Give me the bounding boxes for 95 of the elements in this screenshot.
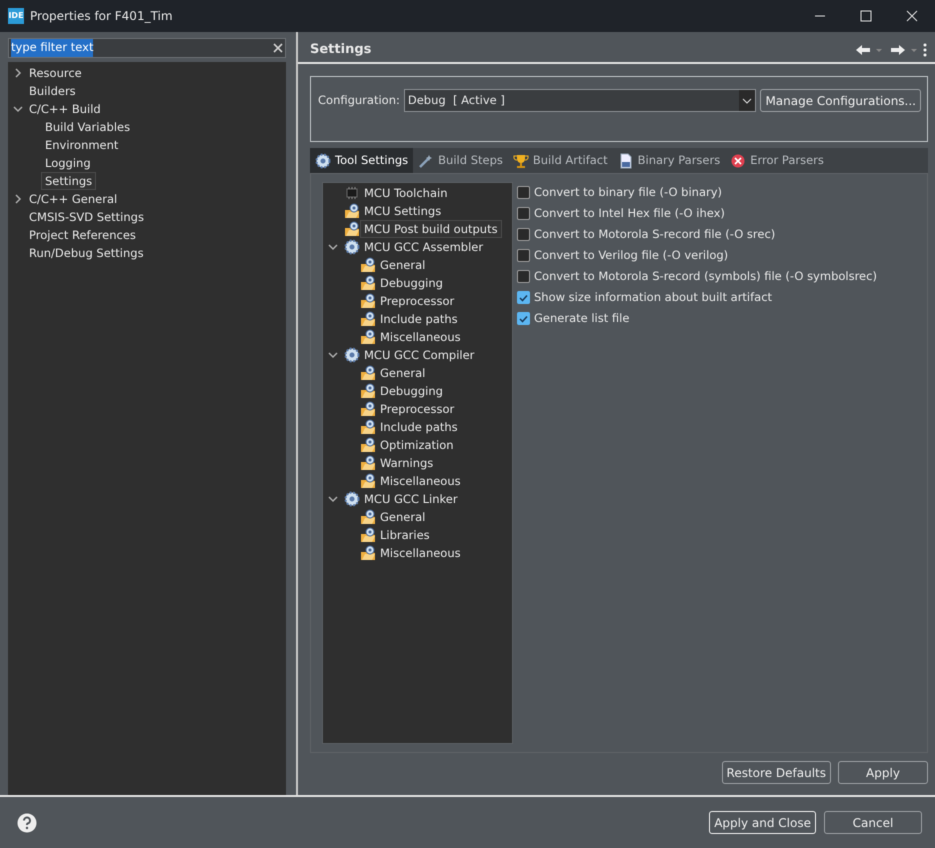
folder-gear-icon <box>360 311 376 327</box>
folder-gear-icon <box>360 275 376 291</box>
tree-item[interactable]: Preprocessor <box>376 400 458 418</box>
tree-item[interactable]: CMSIS-SVD Settings <box>25 208 148 226</box>
folder-gear-icon <box>360 365 376 381</box>
folder-gear-icon <box>360 293 376 309</box>
folder-gear-icon <box>360 509 376 525</box>
checkbox-label: Convert to Intel Hex file (-O ihex) <box>534 204 725 222</box>
checkbox-label: Show size information about built artifact <box>534 288 772 306</box>
checkbox-label: Convert to Motorola S-record file (-O srec) <box>534 226 776 243</box>
tree-item[interactable]: MCU GCC Linker <box>360 490 462 508</box>
tree-item[interactable]: Project References <box>25 226 140 244</box>
tree-item[interactable]: Builders <box>25 82 80 100</box>
maximize-icon[interactable] <box>860 10 872 22</box>
tree-item[interactable]: C/C++ General <box>25 190 122 208</box>
checkbox-label: Convert to Motorola S-record (symbols) file (-O symbolsrec) <box>534 268 877 285</box>
tree-item[interactable]: Optimization <box>376 436 458 454</box>
folder-gear-icon <box>360 401 376 417</box>
tree-item[interactable]: MCU GCC Assembler <box>360 238 488 256</box>
folder-gear-icon <box>360 257 376 273</box>
apply-and-close-button[interactable]: Apply and Close <box>709 811 816 834</box>
folder-gear-icon <box>360 545 376 561</box>
folder-gear-icon <box>344 203 360 219</box>
tree-item[interactable]: General <box>376 364 430 382</box>
tree-item[interactable]: Debugging <box>376 274 447 292</box>
tree-item[interactable]: Resource <box>25 64 86 82</box>
tree-item[interactable]: Miscellaneous <box>376 328 465 346</box>
checkbox[interactable] <box>517 291 530 304</box>
checkbox-label: Convert to Verilog file (-O verilog) <box>534 246 728 264</box>
tree-item[interactable]: Libraries <box>376 526 434 544</box>
tree-item[interactable]: MCU Toolchain <box>360 184 452 202</box>
menu-icon[interactable] <box>923 43 927 57</box>
folder-gear-icon <box>344 221 360 237</box>
checkbox[interactable] <box>517 207 530 220</box>
close-icon[interactable] <box>906 10 918 22</box>
folder-gear-icon <box>360 527 376 543</box>
tree-item[interactable]: Include paths <box>376 418 462 436</box>
tree-item[interactable]: Warnings <box>376 454 438 472</box>
checkbox[interactable] <box>517 186 530 199</box>
checkbox[interactable] <box>517 270 530 283</box>
configuration-dropdown[interactable]: Debug [ Active ] <box>404 89 756 112</box>
checkbox[interactable] <box>517 228 530 241</box>
tree-item[interactable]: General <box>376 508 430 526</box>
tree-item[interactable]: MCU GCC Compiler <box>360 346 478 364</box>
tree-item[interactable]: Preprocessor <box>376 292 458 310</box>
tab[interactable]: Error Parsers <box>725 148 829 173</box>
tree-item[interactable]: Run/Debug Settings <box>25 244 148 262</box>
forward-icon[interactable] <box>890 44 906 56</box>
tab[interactable]: Tool Settings <box>310 148 414 173</box>
tree-item[interactable]: MCU Settings <box>360 202 446 220</box>
checkbox[interactable] <box>517 312 530 325</box>
tab[interactable]: Binary Parsers <box>612 148 726 173</box>
manage-configurations-button[interactable]: Manage Configurations... <box>760 89 921 112</box>
checkbox-label: Generate list file <box>534 310 630 327</box>
folder-gear-icon <box>360 383 376 399</box>
checkbox[interactable] <box>517 249 530 262</box>
tree-item[interactable]: Build Variables <box>41 118 134 136</box>
tree-item[interactable]: Environment <box>41 136 122 154</box>
tree-item[interactable]: General <box>376 256 430 274</box>
gear-icon <box>315 152 331 168</box>
tree-item[interactable]: Debugging <box>376 382 447 400</box>
tab[interactable]: Build Steps <box>413 148 508 173</box>
restore-defaults-button[interactable]: Restore Defaults <box>722 761 831 784</box>
document-icon <box>618 152 634 168</box>
chip-icon <box>344 185 360 201</box>
help-icon[interactable] <box>17 812 37 832</box>
folder-gear-icon <box>360 455 376 471</box>
gear-icon <box>344 239 360 255</box>
cancel-button[interactable]: Cancel <box>824 811 922 834</box>
apply-button[interactable]: Apply <box>838 761 928 784</box>
gear-icon <box>344 347 360 363</box>
caret-icon <box>742 98 752 104</box>
wand-icon <box>418 152 434 168</box>
folder-gear-icon <box>360 419 376 435</box>
tree-item[interactable]: C/C++ Build <box>25 100 105 118</box>
page-title: Settings <box>310 41 372 60</box>
folder-gear-icon <box>360 437 376 453</box>
clear-icon[interactable] <box>273 43 283 53</box>
gear-icon <box>344 491 360 507</box>
trophy-icon <box>512 152 529 168</box>
window-title: Properties for F401_Tim <box>30 8 174 25</box>
tree-item[interactable]: Miscellaneous <box>376 544 465 562</box>
tree-item[interactable]: MCU Post build outputs <box>360 220 502 238</box>
tab[interactable]: Build Artifact <box>508 148 613 173</box>
app-logo: IDE <box>8 8 24 24</box>
tree-item[interactable]: Logging <box>41 154 95 172</box>
folder-gear-icon <box>360 473 376 489</box>
tree-item[interactable]: Miscellaneous <box>376 472 465 490</box>
configuration-label: Configuration: <box>318 92 400 109</box>
checkbox-label: Convert to binary file (-O binary) <box>534 184 722 201</box>
folder-gear-icon <box>360 329 376 345</box>
tree-item[interactable]: Settings <box>41 172 96 190</box>
tree-item[interactable]: Include paths <box>376 310 462 328</box>
error-icon <box>730 152 746 168</box>
back-icon[interactable] <box>855 44 871 56</box>
